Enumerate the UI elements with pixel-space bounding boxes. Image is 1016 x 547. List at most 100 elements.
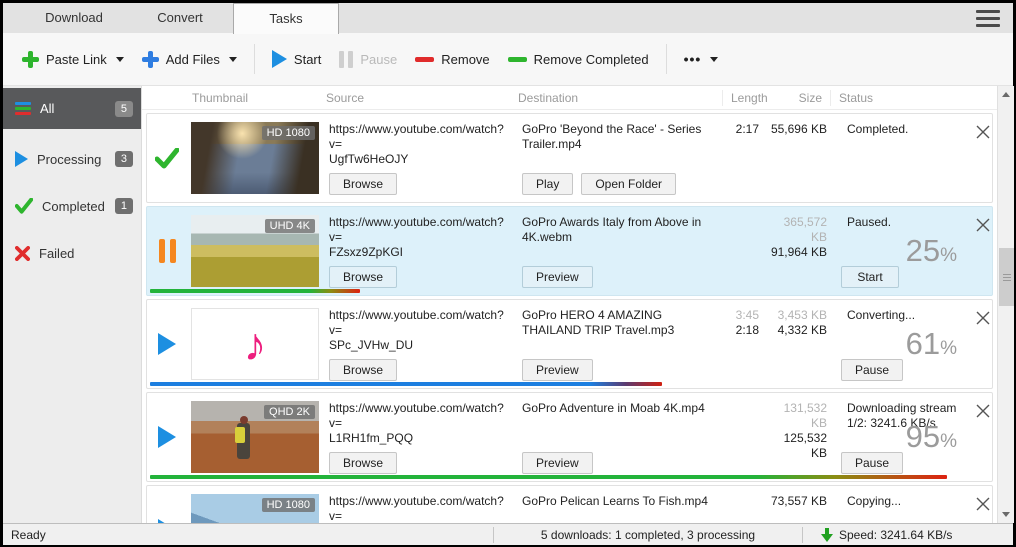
close-icon[interactable] [975, 217, 991, 233]
progress-bar [150, 382, 662, 386]
audio-thumbnail[interactable]: ♪ [191, 308, 319, 380]
status-ready: Ready [3, 528, 493, 542]
play-icon [158, 333, 176, 355]
table-row[interactable]: HD 1080 https://www.youtube.com/watch?v=… [146, 113, 993, 203]
row-action-button[interactable]: Pause [841, 359, 903, 381]
column-status[interactable]: Status [830, 90, 962, 106]
table-row[interactable]: ♪ https://www.youtube.com/watch?v=SPc_JV… [146, 299, 993, 389]
length-cell [725, 207, 765, 295]
check-icon [155, 148, 179, 169]
sidebar-item-failed[interactable]: Failed [3, 234, 141, 272]
sidebar-item-all[interactable]: All 5 [3, 88, 141, 129]
scrollbar-thumb[interactable] [999, 248, 1014, 306]
status-cell: Completed. [833, 114, 965, 202]
start-button[interactable]: Start [263, 44, 330, 74]
column-source[interactable]: Source [318, 91, 510, 105]
size-cell: 365,572 KB 91,964 KB [765, 207, 833, 295]
play-button[interactable]: Play [522, 173, 573, 195]
paste-link-button[interactable]: Paste Link [13, 45, 133, 74]
column-destination[interactable]: Destination [510, 91, 722, 105]
remove-completed-button[interactable]: Remove Completed [499, 46, 658, 73]
browse-button[interactable]: Browse [329, 266, 397, 288]
video-thumbnail[interactable]: HD 1080 [191, 494, 319, 523]
row-action-button[interactable]: Pause [841, 452, 903, 474]
source-url: https://www.youtube.com/watch?v=FZsxz9Zp… [329, 215, 507, 260]
close-icon[interactable] [975, 124, 991, 140]
quality-badge: HD 1080 [262, 126, 315, 140]
toolbar-separator [666, 44, 667, 74]
row-action-button[interactable]: Start [841, 266, 899, 288]
more-actions-button[interactable]: ••• [675, 45, 728, 73]
tab-convert[interactable]: Convert [127, 3, 233, 33]
add-files-button[interactable]: Add Files [133, 45, 246, 74]
chevron-down-icon[interactable] [116, 57, 124, 62]
status-bar: Ready 5 downloads: 1 completed, 3 proces… [3, 523, 1013, 545]
status-text: Copying... [847, 494, 959, 509]
sidebar: All 5 Processing 3 Completed 1 Failed [3, 86, 141, 523]
column-length[interactable]: Length [722, 90, 762, 106]
browse-button[interactable]: Browse [329, 173, 397, 195]
thumbnail-figure [237, 423, 250, 459]
progress-percent: 61 [906, 326, 957, 362]
tab-bar: Download Convert Tasks [3, 3, 1013, 33]
menu-icon[interactable] [976, 10, 1000, 27]
pause-icon [159, 239, 176, 263]
length-cell: 3:45 2:18 [725, 300, 765, 388]
destination-file: GoPro Pelican Learns To Fish.mp4 [522, 494, 719, 509]
main-area: All 5 Processing 3 Completed 1 Failed [3, 86, 1013, 523]
open-folder-button[interactable]: Open Folder [581, 173, 676, 195]
length-cell [725, 486, 765, 523]
plus-icon [22, 51, 39, 68]
quality-badge: QHD 2K [264, 405, 315, 419]
chevron-down-icon[interactable] [229, 57, 237, 62]
tab-tasks[interactable]: Tasks [233, 3, 339, 34]
remove-button[interactable]: Remove [406, 46, 498, 73]
size-cell: 73,557 KB [765, 486, 833, 523]
table-row[interactable]: UHD 4K https://www.youtube.com/watch?v=F… [146, 206, 993, 296]
length-cell: 2:17 [725, 114, 765, 202]
quality-badge: UHD 4K [265, 219, 315, 233]
column-size[interactable]: Size [762, 91, 830, 105]
preview-button[interactable]: Preview [522, 266, 593, 288]
table-row[interactable]: QHD 2K https://www.youtube.com/watch?v=L… [146, 392, 993, 482]
sidebar-item-label: Processing [37, 152, 101, 167]
sidebar-item-label: All [40, 101, 54, 116]
source-url: https://www.youtube.com/watch?v=SPc_JVHw… [329, 308, 507, 353]
start-label: Start [294, 52, 321, 67]
browse-button[interactable]: Browse [329, 452, 397, 474]
scroll-down-icon[interactable] [998, 506, 1014, 523]
preview-button[interactable]: Preview [522, 359, 593, 381]
remove-completed-label: Remove Completed [534, 52, 649, 67]
vertical-scrollbar[interactable] [997, 86, 1014, 523]
pause-button[interactable]: Pause [330, 45, 406, 74]
close-icon[interactable] [975, 403, 991, 419]
scroll-up-icon[interactable] [998, 86, 1014, 103]
video-thumbnail[interactable]: HD 1080 [191, 122, 319, 194]
status-cell: Copying... [833, 486, 965, 523]
source-url: https://www.youtube.com/watch?v=UgfTw6He… [329, 122, 507, 167]
close-icon[interactable] [975, 310, 991, 326]
sidebar-item-processing[interactable]: Processing 3 [3, 140, 141, 178]
sidebar-item-completed[interactable]: Completed 1 [3, 187, 141, 225]
preview-button[interactable]: Preview [522, 452, 593, 474]
scrollbar-track[interactable] [998, 103, 1014, 506]
speed-text: Speed: 3241.64 KB/s [839, 528, 952, 542]
ellipsis-icon: ••• [684, 51, 702, 67]
count-badge: 3 [115, 151, 133, 167]
paste-link-label: Paste Link [46, 52, 107, 67]
count-badge: 1 [115, 198, 133, 214]
toolbar: Paste Link Add Files Start Pause Remove … [3, 33, 1013, 86]
status-text: Completed. [847, 122, 959, 137]
task-list: HD 1080 https://www.youtube.com/watch?v=… [142, 110, 997, 523]
close-icon[interactable] [975, 496, 991, 512]
browse-button[interactable]: Browse [329, 359, 397, 381]
remove-label: Remove [441, 52, 489, 67]
destination-file: GoPro HERO 4 AMAZING THAILAND TRIP Trave… [522, 308, 719, 338]
add-files-label: Add Files [166, 52, 220, 67]
tab-download[interactable]: Download [21, 3, 127, 33]
table-row[interactable]: HD 1080 https://www.youtube.com/watch?v=… [146, 485, 993, 523]
video-thumbnail[interactable]: QHD 2K [191, 401, 319, 473]
row-state [147, 300, 187, 388]
video-thumbnail[interactable]: UHD 4K [191, 215, 319, 287]
column-thumbnail[interactable]: Thumbnail [184, 91, 318, 105]
